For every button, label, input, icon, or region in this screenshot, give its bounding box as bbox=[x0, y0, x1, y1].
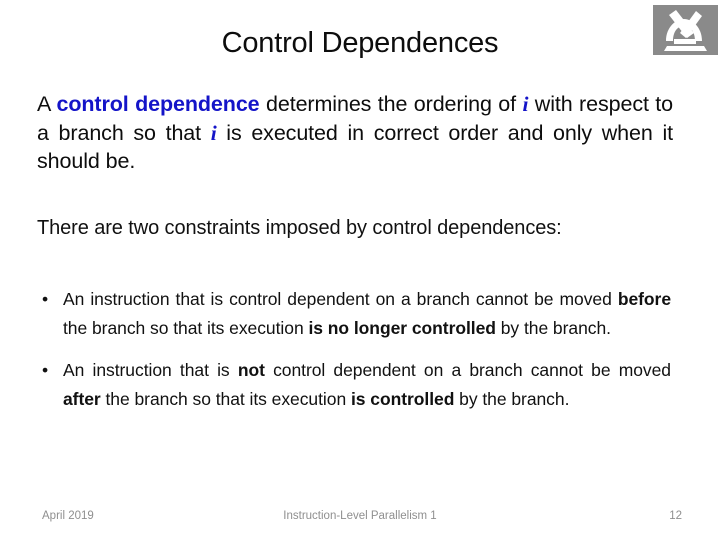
bullet-2-bold-after: after bbox=[63, 389, 101, 409]
quote-text-part-1: A bbox=[37, 92, 57, 116]
bullet-1-segment-2: the branch so that its execution bbox=[63, 318, 309, 338]
bullet-2-bold-is-controlled: is controlled bbox=[350, 389, 455, 409]
bullet-2-bold-not: not bbox=[237, 360, 265, 380]
slide-canvas: Control Dependences A control dependence… bbox=[0, 0, 720, 540]
list-item: • An instruction that is control depende… bbox=[37, 285, 671, 343]
footer-subject: Instruction-Level Parallelism 1 bbox=[283, 510, 437, 522]
list-item: • An instruction that is not control dep… bbox=[37, 356, 671, 414]
bullet-marker-icon: • bbox=[42, 360, 49, 380]
page-title: Control Dependences bbox=[221, 27, 499, 59]
constraints-intro-paragraph: There are two constraints imposed by con… bbox=[37, 217, 562, 239]
quote-text-part-2: determines the ordering of bbox=[259, 92, 523, 116]
footer-page-number: 12 bbox=[669, 510, 682, 522]
bullet-1-segment-1: An instruction that is control dependent… bbox=[63, 289, 618, 309]
bullet-marker-icon: • bbox=[42, 289, 49, 309]
constraints-bullet-list: • An instruction that is control depende… bbox=[37, 285, 671, 414]
bullet-1-bold-no-longer-controlled: is no longer controlled bbox=[308, 318, 496, 338]
bullet-1-segment-3: by the branch. bbox=[495, 318, 611, 338]
definition-quote-block: A control dependence determines the orde… bbox=[37, 90, 673, 176]
slide-footer: April 2019 Instruction-Level Parallelism… bbox=[0, 505, 720, 527]
bullet-2-segment-4: by the branch. bbox=[454, 389, 570, 409]
bullet-1-bold-before: before bbox=[617, 289, 671, 309]
bullet-2-segment-3: the branch so that its execution bbox=[100, 389, 351, 409]
quote-accent-term: control dependence bbox=[56, 92, 260, 116]
bullet-2-segment-1: An instruction that is bbox=[63, 360, 238, 380]
bullet-2-segment-2: control dependent on a branch cannot be … bbox=[264, 360, 671, 380]
